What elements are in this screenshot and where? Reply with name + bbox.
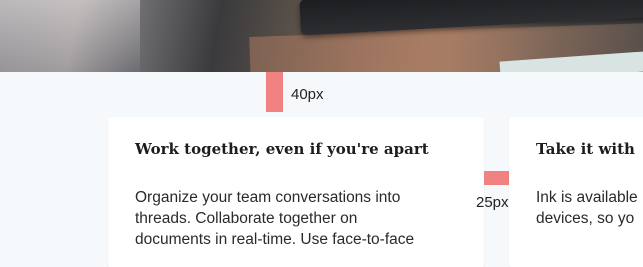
hero-image bbox=[0, 0, 643, 72]
feature-card-title: Take it with bbox=[536, 140, 635, 158]
feature-card-body: Ink is available devices, so yo bbox=[536, 189, 638, 227]
feature-card-body: Organize your team conversations into th… bbox=[135, 189, 415, 248]
vertical-spacing-marker bbox=[266, 72, 283, 112]
horizontal-spacing-marker bbox=[484, 171, 509, 185]
feature-card-work-together: Work together, even if you're apart Orga… bbox=[108, 117, 484, 267]
feature-card-take-it-with: Take it with Ink is available devices, s… bbox=[509, 117, 643, 267]
horizontal-spacing-label: 25px bbox=[476, 194, 509, 211]
feature-card-title: Work together, even if you're apart bbox=[135, 140, 429, 158]
vertical-spacing-label: 40px bbox=[291, 86, 324, 103]
hero-image-left-shade bbox=[0, 0, 140, 72]
